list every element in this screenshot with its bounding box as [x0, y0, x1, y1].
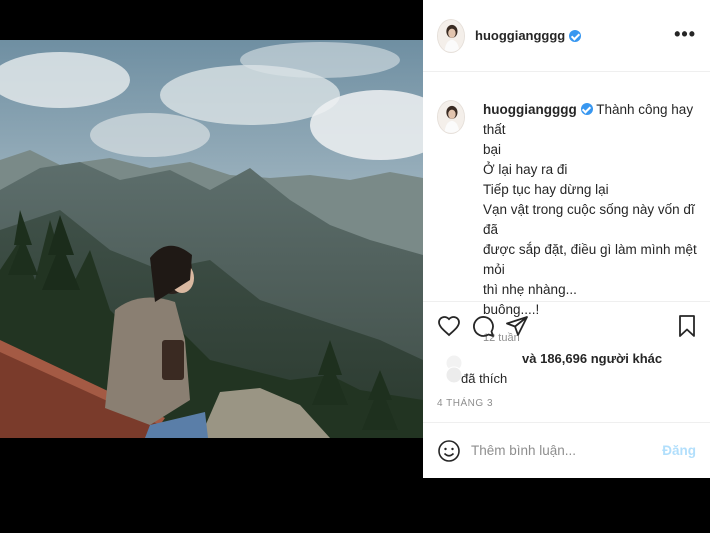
post-caption: huoggiangggg Thành công hay thất bại Ở l…	[437, 100, 699, 344]
caption-line: được sắp đặt, điều gì làm mình mệt mỏi	[483, 242, 697, 277]
bottom-black-bar	[0, 478, 710, 533]
likes-count[interactable]: và 186,696 người khác	[522, 351, 662, 366]
verified-badge-icon	[569, 29, 582, 42]
caption-line: Ở lại hay ra đi	[483, 162, 568, 177]
bookmark-icon[interactable]	[675, 314, 699, 338]
heart-icon[interactable]	[437, 314, 461, 338]
caption-line: thì nhẹ nhàng...	[483, 282, 577, 297]
caption-username[interactable]: huoggiangggg	[483, 102, 577, 117]
caption-line: Vạn vật trong cuộc sống này vốn dĩ đã	[483, 202, 695, 237]
author-avatar[interactable]	[437, 18, 465, 53]
post-photo[interactable]	[0, 40, 423, 438]
post-comment-button[interactable]: Đăng	[662, 443, 696, 458]
liked-suffix: đã thích	[461, 371, 508, 386]
comment-box: Đăng	[423, 422, 710, 478]
comment-input[interactable]	[471, 443, 663, 458]
share-icon[interactable]	[505, 314, 529, 338]
post-date[interactable]: 4 THÁNG 3	[437, 398, 493, 409]
emoji-icon[interactable]	[437, 439, 461, 463]
caption-first-line: huoggiangggg Thành công hay thất	[483, 100, 699, 140]
landscape-photo	[0, 40, 423, 438]
caption-body: bại Ở lại hay ra đi Tiếp tục hay dừng lạ…	[483, 140, 699, 320]
more-options-icon[interactable]: •••	[674, 25, 696, 43]
comment-icon[interactable]	[471, 314, 495, 338]
caption-line: Tiếp tục hay dừng lại	[483, 182, 609, 197]
post-details-panel: huoggiangggg ••• huoggiangggg Thành công…	[423, 0, 710, 478]
post-media-area	[0, 0, 423, 533]
post-header: huoggiangggg •••	[423, 0, 710, 72]
caption-author-avatar[interactable]	[437, 100, 465, 134]
likes-prefix: và	[522, 351, 537, 366]
post-actions	[437, 314, 699, 342]
caption-line: bại	[483, 142, 502, 157]
likes-others[interactable]: 186,696 người khác	[540, 351, 662, 366]
verified-badge-icon	[580, 103, 593, 115]
author-username[interactable]: huoggiangggg	[475, 28, 565, 43]
divider	[423, 301, 710, 302]
